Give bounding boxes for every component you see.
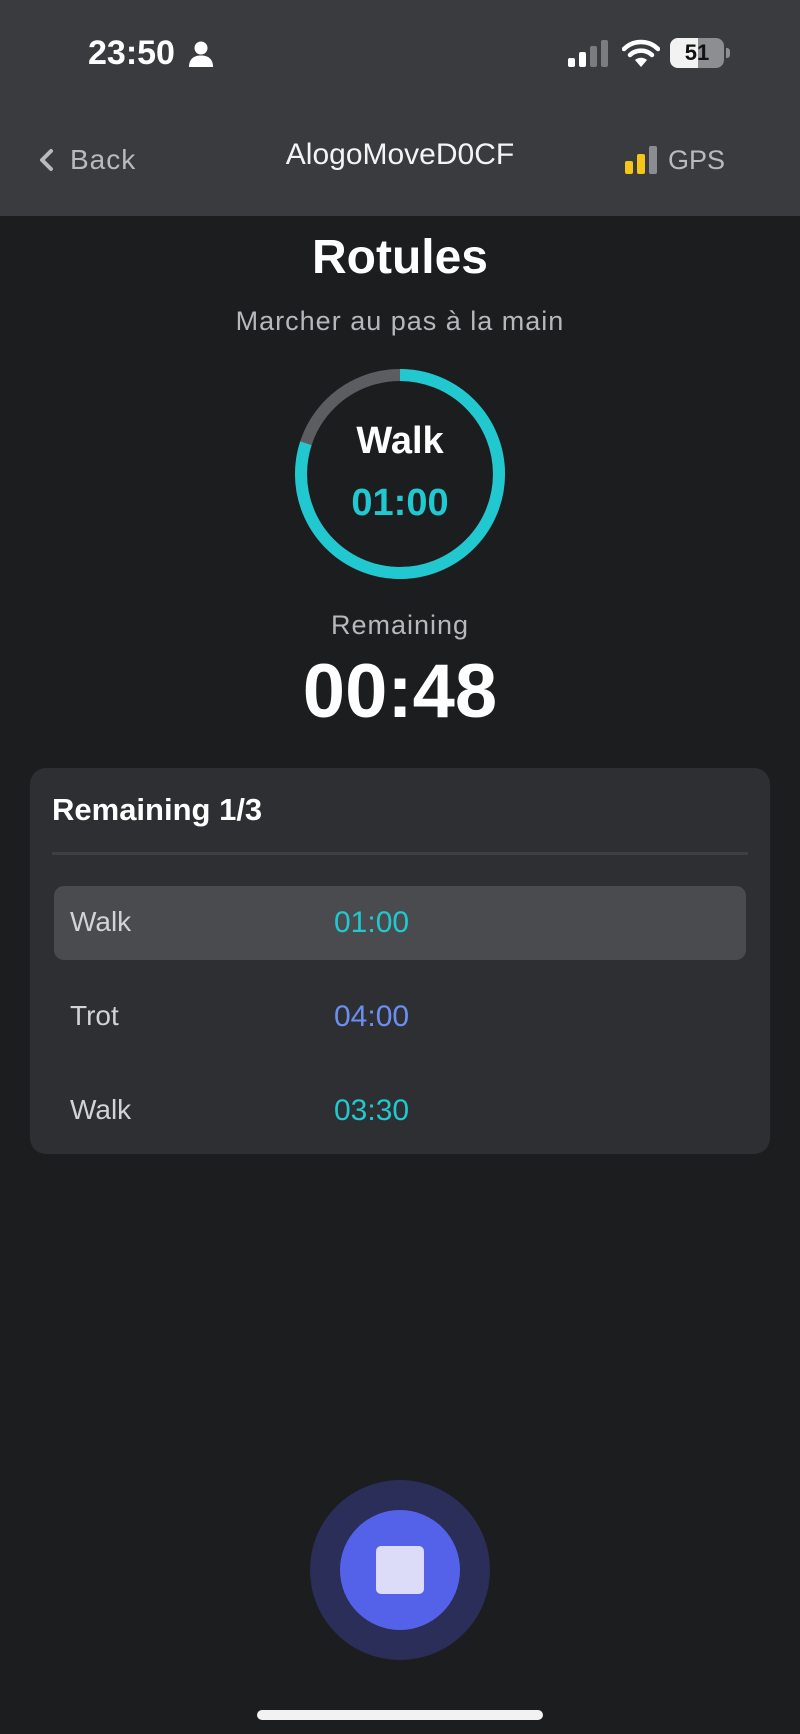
cellular-signal-icon — [568, 40, 608, 67]
gps-label: GPS — [668, 144, 726, 175]
stop-icon — [376, 1546, 424, 1594]
divider — [52, 852, 748, 855]
wifi-icon — [622, 39, 660, 67]
current-step-label: Walk — [356, 420, 444, 462]
remaining-time: 00:48 — [302, 649, 498, 734]
step-name: Trot — [70, 1000, 119, 1031]
step-row[interactable]: Walk 01:00 — [54, 886, 746, 960]
step-name: Walk — [70, 1094, 132, 1125]
status-bar: 23:50 51 — [0, 0, 800, 104]
remaining-label: Remaining — [330, 610, 470, 640]
person-icon — [189, 41, 213, 67]
step-duration: 03:30 — [334, 1094, 410, 1127]
step-progress-ring — [295, 369, 505, 579]
stop-button-halo — [310, 1480, 490, 1660]
exercise-subtitle: Marcher au pas à la main — [235, 306, 565, 336]
steps-card: Remaining 1/3 Walk 01:00 Trot 04:00 Walk… — [30, 768, 770, 1154]
step-row[interactable]: Trot 04:00 — [54, 980, 746, 1054]
step-duration: 01:00 — [334, 906, 410, 939]
steps-card-title: Remaining 1/3 — [52, 792, 263, 827]
battery-indicator: 51 — [670, 38, 730, 68]
stop-button[interactable] — [340, 1510, 460, 1630]
step-duration: 04:00 — [334, 1000, 410, 1033]
current-step-duration: 01:00 — [351, 482, 449, 524]
gps-signal-icon — [625, 146, 657, 174]
nav-bar: Back AlogoMoveD0CF GPS — [0, 104, 800, 216]
step-row[interactable]: Walk 03:30 — [54, 1074, 746, 1148]
status-time: 23:50 — [88, 34, 175, 72]
gps-status: GPS — [624, 136, 725, 184]
exercise-title: Rotules — [311, 231, 488, 284]
battery-level: 51 — [684, 40, 710, 65]
step-name: Walk — [70, 906, 132, 937]
home-indicator[interactable] — [257, 1710, 543, 1720]
